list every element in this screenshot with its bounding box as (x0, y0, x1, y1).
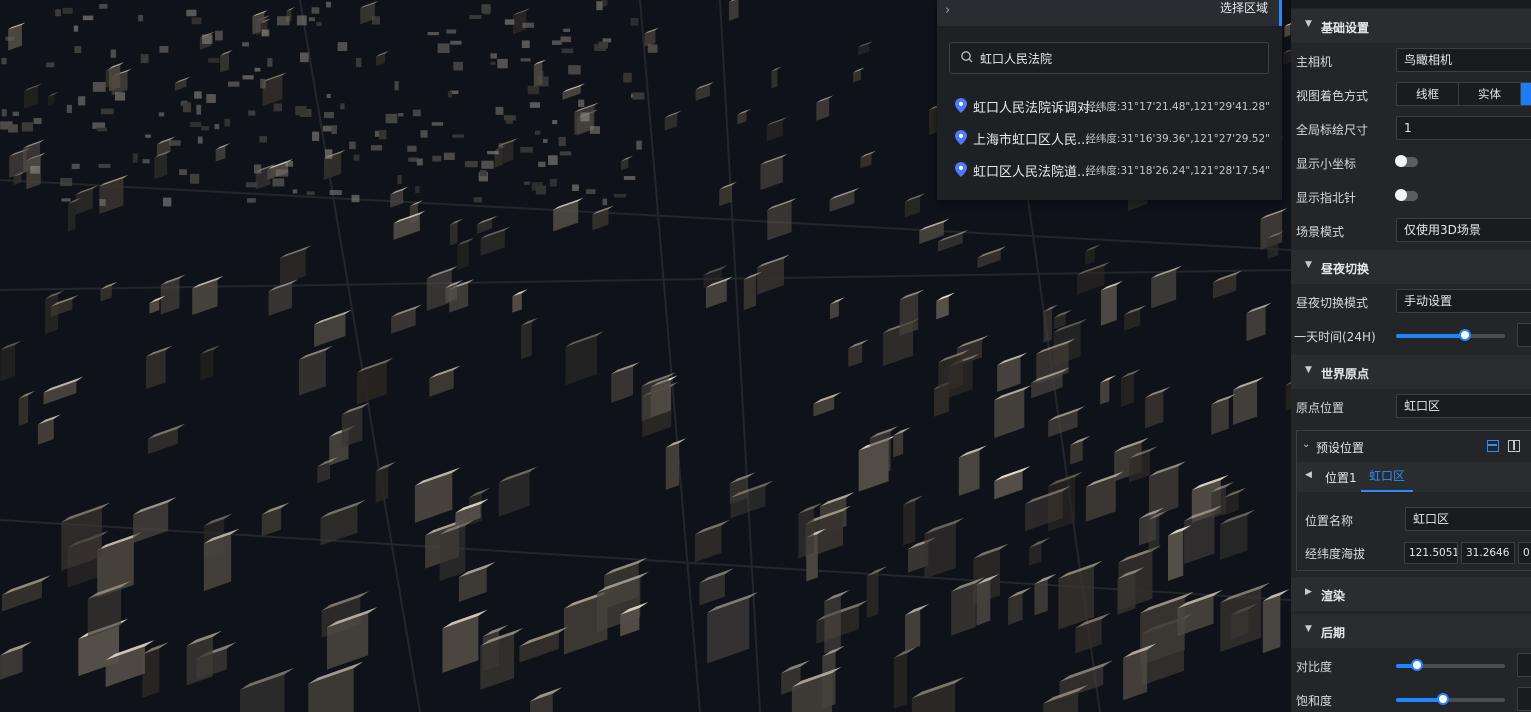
show-compass-toggle[interactable] (1395, 189, 1418, 201)
slider-thumb[interactable] (1458, 329, 1471, 341)
slider-fill (1396, 334, 1465, 338)
search-icon (961, 51, 973, 63)
chevron-down-icon: ⌄ (1302, 439, 1311, 450)
search-result-item[interactable]: 虹口人民法院诉调对... 经纬度:31°17'21.48",121°29'41.… (953, 96, 1271, 116)
result-name: 虹口区人民法院道... (973, 165, 1090, 180)
result-coordinates: 经纬度:31°16'39.36",121°27'29.52" (1085, 133, 1270, 145)
caret-left-icon[interactable]: ◀ (1305, 470, 1312, 480)
preset-header[interactable]: ⌄ 预设位置 (1297, 431, 1531, 461)
marker-size-input[interactable]: 1 (1396, 116, 1531, 140)
search-field[interactable] (949, 42, 1269, 74)
location-pin-icon (955, 130, 967, 145)
shading-selected-option[interactable] (1521, 83, 1531, 105)
shading-solid-option[interactable]: 实体 (1459, 83, 1521, 105)
result-name: 上海市虹口区人民... (973, 133, 1090, 148)
section-post[interactable]: ▼ 后期 (1291, 614, 1531, 648)
panel-top-strip (1291, 0, 1531, 8)
preset-lnglat-label: 经纬度海拔 (1305, 547, 1366, 561)
marker-size-row: 全局标绘尺寸 1 (1291, 114, 1531, 144)
tab-position1[interactable]: 位置1 (1325, 469, 1357, 486)
camera-row: 主相机 鸟瞰相机 (1291, 46, 1531, 76)
search-result-item[interactable]: 上海市虹口区人民... 经纬度:31°16'39.36",121°27'29.5… (953, 128, 1271, 148)
search-input[interactable] (980, 43, 1260, 73)
location-pin-icon (955, 162, 967, 177)
show-axis-toggle[interactable] (1395, 155, 1418, 167)
shading-row: 视图着色方式 线框 实体 (1291, 80, 1531, 110)
caret-down-icon: ▼ (1305, 365, 1312, 375)
scene-mode-label: 场景模式 (1296, 225, 1345, 239)
preset-positions-group: ⌄ 预设位置 ◀ 位置1 虹口区 位置名称 虹口区 经纬度海拔 121.5051… (1296, 430, 1531, 571)
time-of-day-slider[interactable] (1396, 329, 1505, 341)
daynight-mode-row: 昼夜切换模式 手动设置 (1291, 287, 1531, 317)
location-pin-icon (955, 98, 967, 113)
layout-split-icon[interactable] (1508, 440, 1520, 452)
toggle-knob (1395, 189, 1407, 201)
region-search-panel: › 选择区域 虹口人民法院诉调对... 经纬度:31°17'21.48",121… (937, 0, 1282, 200)
marker-size-label: 全局标绘尺寸 (1296, 123, 1369, 137)
contrast-slider[interactable] (1396, 659, 1505, 671)
section-render[interactable]: ▶ 渲染 (1291, 577, 1531, 611)
slider-thumb[interactable] (1436, 693, 1449, 705)
shading-wireframe-option[interactable]: 线框 (1397, 83, 1459, 105)
search-result-item[interactable]: 虹口区人民法院道... 经纬度:31°18'26.24",121°28'17.5… (953, 160, 1271, 180)
camera-select[interactable]: 鸟瞰相机 (1396, 48, 1531, 72)
select-region-title: 选择区域 (1219, 1, 1268, 15)
preset-name-row: 位置名称 虹口区 (1297, 505, 1531, 535)
preset-name-label: 位置名称 (1305, 514, 1354, 528)
section-title: 昼夜切换 (1321, 262, 1370, 276)
toggle-knob (1395, 155, 1407, 167)
contrast-input[interactable] (1517, 653, 1531, 677)
preset-name-input[interactable]: 虹口区 (1405, 507, 1531, 531)
caret-down-icon: ▼ (1305, 19, 1312, 29)
result-coordinates: 经纬度:31°17'21.48",121°29'41.28" (1085, 101, 1270, 113)
shading-label: 视图着色方式 (1296, 89, 1369, 103)
show-axis-row: 显示小坐标 (1291, 148, 1531, 178)
preset-tabs: ◀ 位置1 虹口区 (1297, 462, 1531, 492)
saturation-input[interactable] (1517, 687, 1531, 711)
tab-hongkou[interactable]: 虹口区 (1361, 462, 1413, 492)
section-basic-settings[interactable]: ▼ 基础设置 (1291, 9, 1531, 43)
daynight-mode-label: 昼夜切换模式 (1296, 296, 1369, 310)
origin-position-row: 原点位置 虹口区 (1291, 392, 1531, 422)
show-compass-label: 显示指北针 (1296, 191, 1357, 205)
caret-down-icon: ▼ (1305, 260, 1312, 270)
settings-panel: ▼ 基础设置 主相机 鸟瞰相机 视图着色方式 线框 实体 全局标绘尺寸 1 显示… (1291, 0, 1531, 712)
scene-mode-row: 场景模式 仅使用3D场景 (1291, 216, 1531, 246)
origin-position-label: 原点位置 (1296, 401, 1345, 415)
saturation-label: 饱和度 (1296, 694, 1333, 708)
time-of-day-label: 一天时间(24H) (1294, 330, 1376, 344)
longitude-input[interactable]: 121.50513 (1404, 542, 1458, 564)
chevron-right-icon[interactable]: › (945, 3, 950, 18)
slider-fill (1396, 698, 1443, 702)
saturation-row: 饱和度 (1291, 685, 1531, 712)
slider-thumb[interactable] (1410, 659, 1423, 671)
show-axis-label: 显示小坐标 (1296, 157, 1357, 171)
shading-segmented-control: 线框 实体 (1396, 82, 1531, 106)
section-world-origin[interactable]: ▼ 世界原点 (1291, 355, 1531, 389)
preset-title: 预设位置 (1316, 441, 1365, 455)
contrast-row: 对比度 (1291, 651, 1531, 681)
section-title: 后期 (1321, 626, 1346, 640)
layout-table-icon[interactable] (1487, 440, 1499, 452)
section-title: 渲染 (1321, 589, 1346, 603)
result-coordinates: 经纬度:31°18'26.24",121°28'17.54" (1085, 165, 1270, 177)
show-compass-row: 显示指北针 (1291, 182, 1531, 212)
time-of-day-input[interactable] (1517, 323, 1531, 347)
saturation-slider[interactable] (1396, 693, 1505, 705)
section-day-night[interactable]: ▼ 昼夜切换 (1291, 250, 1531, 284)
camera-label: 主相机 (1296, 55, 1333, 69)
search-panel-header: › 选择区域 (937, 0, 1282, 26)
time-of-day-row: 一天时间(24H) (1291, 321, 1531, 351)
altitude-input[interactable]: 0 (1518, 542, 1531, 564)
caret-down-icon: ▼ (1305, 624, 1312, 634)
origin-position-select[interactable]: 虹口区 (1396, 394, 1531, 418)
caret-right-icon: ▶ (1305, 587, 1312, 597)
section-title: 世界原点 (1321, 367, 1370, 381)
preset-lnglat-row: 经纬度海拔 121.50513 31.2646 0 (1297, 538, 1531, 568)
scene-mode-select[interactable]: 仅使用3D场景 (1396, 218, 1531, 242)
contrast-label: 对比度 (1296, 660, 1333, 674)
latitude-input[interactable]: 31.2646 (1461, 542, 1515, 564)
daynight-mode-select[interactable]: 手动设置 (1396, 289, 1531, 313)
section-title: 基础设置 (1321, 21, 1370, 35)
